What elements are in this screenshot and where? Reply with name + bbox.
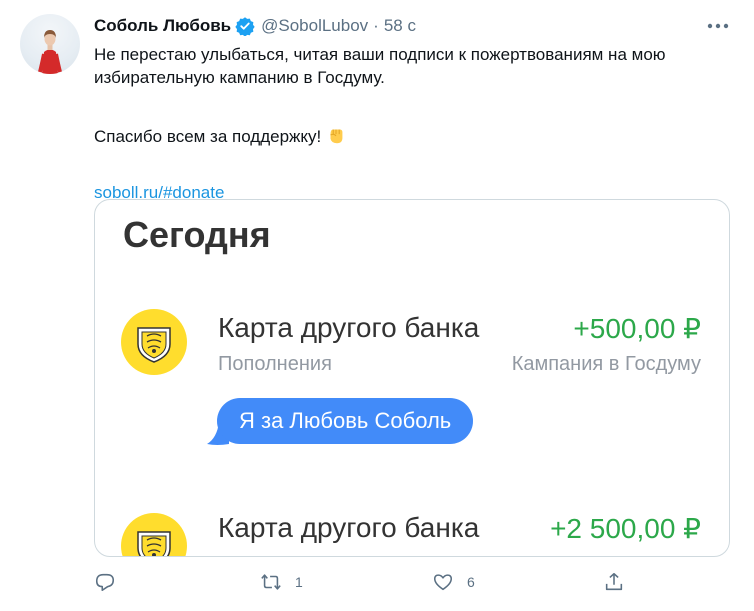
reply-button[interactable] xyxy=(94,568,116,596)
avatar[interactable] xyxy=(20,14,80,74)
separator-dot: · xyxy=(373,16,379,35)
retweet-count: 1 xyxy=(295,574,303,590)
tweet-timestamp[interactable]: 58 с xyxy=(384,16,416,36)
media-image[interactable]: Сегодня Карта другого банка +500,00 ₽ По… xyxy=(94,199,730,557)
donation-message-bubble: Я за Любовь Соболь xyxy=(217,398,474,444)
card-title: Сегодня xyxy=(123,214,271,255)
author-handle[interactable]: @SobolLubov xyxy=(261,16,368,36)
transaction-amount: +500,00 ₽ xyxy=(573,313,701,344)
more-options-icon[interactable] xyxy=(704,16,732,36)
tweet-text-line: избирательную кампанию в Госдуму. xyxy=(94,68,385,87)
like-count: 6 xyxy=(467,574,475,590)
tweet-thanks-line: Спасибо всем за поддержку! xyxy=(94,124,724,148)
transaction-category: Пополнения xyxy=(218,353,332,375)
retweet-icon xyxy=(261,574,281,590)
verified-badge-icon xyxy=(235,17,255,36)
tweet-actions: 1 6 xyxy=(94,568,654,596)
transaction-account: Кампания в Госдуму xyxy=(511,353,701,375)
retweet-button[interactable]: 1 xyxy=(260,568,303,596)
tweet-thanks-text: Спасибо всем за поддержку! xyxy=(94,127,322,146)
like-icon xyxy=(433,574,453,591)
share-icon xyxy=(605,572,623,591)
transaction-name: Карта другого банка xyxy=(218,312,480,343)
bank-logo-icon xyxy=(121,513,187,556)
bank-logo-icon xyxy=(121,309,187,375)
transaction-amount: +2 500,00 ₽ xyxy=(550,513,701,544)
like-button[interactable]: 6 xyxy=(432,568,475,596)
transaction-name: Карта другого банка xyxy=(218,512,480,543)
author-name[interactable]: Соболь Любовь xyxy=(94,16,231,36)
reply-icon xyxy=(95,573,115,592)
tweet-text-line: Не перестаю улыбаться, читая ваши подпис… xyxy=(94,45,666,64)
raised-fist-emoji xyxy=(330,129,343,144)
tweet: Соболь Любовь @SobolLubov · 58 с Не пере… xyxy=(0,0,754,611)
tweet-header: Соболь Любовь @SobolLubov · 58 с xyxy=(94,14,416,38)
share-button[interactable] xyxy=(603,568,625,596)
tweet-text: Не перестаю улыбаться, читая ваши подпис… xyxy=(94,43,724,204)
